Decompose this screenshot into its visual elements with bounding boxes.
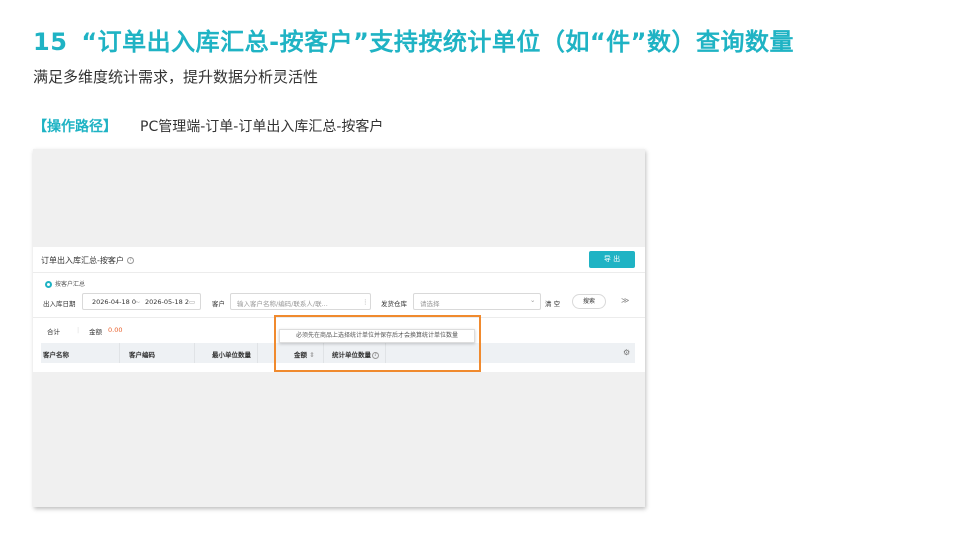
date-start: 2026-04-18 0 (92, 298, 136, 306)
clear-button[interactable]: 清 空 (545, 298, 560, 308)
export-button[interactable]: 导 出 (589, 251, 635, 268)
date-separator: ~ (135, 298, 141, 306)
slide-title-text: “订单出入库汇总-按客户”支持按统计单位（如“件”数）查询数量 (81, 28, 794, 56)
slide-title: 15 “订单出入库汇总-按客户”支持按统计单位（如“件”数）查询数量 (33, 22, 794, 57)
radio-checked-icon (45, 281, 52, 288)
warehouse-label: 发货仓库 (381, 300, 407, 308)
operation-path-value: PC管理端-订单-订单出入库汇总-按客户 (140, 119, 384, 135)
more-icon: ⋮ (362, 298, 369, 306)
amount-label: 金额 (89, 328, 102, 336)
summary-divider: | (77, 326, 80, 334)
customer-input[interactable]: 输入客户名称/编码/联系人/联... ⋮ (230, 293, 371, 310)
column-divider (119, 343, 120, 363)
date-label: 出入库日期 (43, 300, 76, 308)
column-divider (194, 343, 195, 363)
search-button[interactable]: 搜索 (572, 294, 606, 309)
date-end: 2026-05-18 2 (145, 298, 189, 306)
gear-icon[interactable]: ⚙ (623, 348, 630, 357)
page-title-text: 订单出入库汇总-按客户 (41, 256, 124, 265)
col-customer-name[interactable]: 客户名称 (43, 349, 69, 359)
summary-mode-radio[interactable]: 按客户汇总 (45, 279, 85, 288)
panel-header: 订单出入库汇总-按客户? 导 出 (33, 247, 645, 273)
operation-path-label: 【操作路径】 (33, 119, 117, 135)
warehouse-placeholder: 请选择 (420, 300, 440, 308)
customer-label: 客户 (212, 300, 225, 308)
amount-value: 0.00 (108, 326, 123, 334)
radio-label: 按客户汇总 (55, 281, 86, 288)
help-icon[interactable]: ? (126, 257, 134, 264)
highlight-box (274, 315, 481, 372)
calendar-icon: ▭ (189, 298, 196, 306)
col-min-unit-qty[interactable]: 最小单位数量 (212, 349, 251, 359)
customer-placeholder: 输入客户名称/编码/联系人/联... (237, 300, 328, 308)
chevron-down-icon: ⌄ (530, 296, 536, 304)
warehouse-select[interactable]: 请选择 ⌄ (413, 293, 541, 310)
collapse-icon[interactable]: ≫ (621, 296, 629, 305)
page-title: 订单出入库汇总-按客户? (41, 255, 134, 266)
total-label: 合计 (47, 328, 60, 336)
filter-bar: 出入库日期 2026-04-18 0 ~ 2026-05-18 2 ▭ 客户 输… (33, 293, 645, 311)
col-customer-code[interactable]: 客户编码 (129, 349, 155, 359)
column-divider (257, 343, 258, 363)
date-range-picker[interactable]: 2026-04-18 0 ~ 2026-05-18 2 ▭ (82, 293, 201, 310)
slide-number: 15 (33, 28, 68, 56)
slide-subtitle: 满足多维度统计需求，提升数据分析灵活性 (33, 68, 319, 86)
